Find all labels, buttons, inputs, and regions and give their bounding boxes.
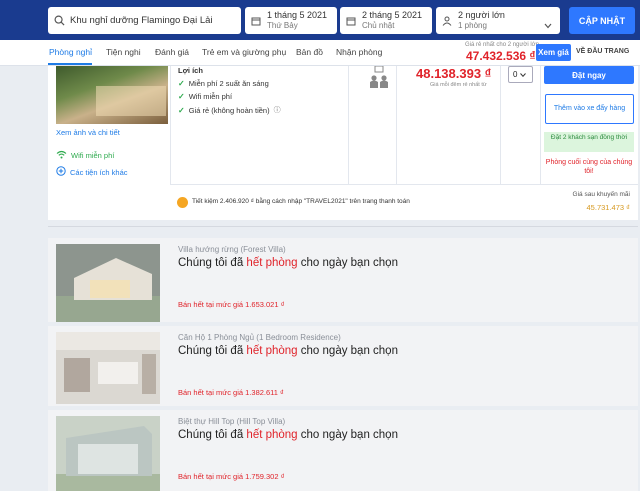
sold-out-room-card: Villa hướng rừng (Forest Villa) Chúng tô… — [48, 238, 638, 322]
sold-out-message: Chúng tôi đã hết phòng cho ngày bạn chọn — [178, 345, 398, 357]
sold-out-price: Bán hết tại mức giá 1.759.302 ₫ — [178, 472, 285, 481]
info-icon[interactable]: ⓘ — [274, 105, 281, 115]
benefit-item: ✓ Giá rẻ (không hoàn tiền) ⓘ — [178, 105, 281, 115]
calendar-icon — [245, 16, 267, 26]
wifi-feature: Wifi miễn phí — [56, 150, 114, 161]
photo-details-link[interactable]: Xem ảnh và chi tiết — [56, 128, 120, 137]
divider — [540, 66, 541, 184]
benefit-item: ✓ Miễn phí 2 suất ăn sáng — [178, 79, 269, 88]
checkin-date: 1 tháng 5 2021 — [267, 10, 328, 20]
sold-out-message: Chúng tôi đã hết phòng cho ngày bạn chọn — [178, 257, 398, 269]
plus-circle-icon — [56, 166, 66, 178]
checkout-day: Chủ nhật — [362, 21, 395, 30]
book-now-button[interactable]: Đặt ngay — [544, 66, 634, 84]
checkin-field[interactable]: 1 tháng 5 2021 Thứ Bảy — [245, 7, 337, 34]
wifi-label: Wifi miễn phí — [71, 151, 115, 160]
more-amenities-link[interactable]: Các tiện ích khác — [56, 166, 128, 178]
checkout-field[interactable]: 2 tháng 5 2021 Chủ nhật — [340, 7, 432, 34]
room-name: Villa hướng rừng (Forest Villa) — [178, 245, 286, 254]
quantity-select[interactable]: 0 — [508, 66, 533, 83]
promo-text: Tiết kiệm 2.406.920 ₫ bằng cách nhập "TR… — [192, 198, 410, 205]
destination-field[interactable]: Khu nghỉ dưỡng Flamingo Đại Lải — [48, 7, 241, 34]
divider — [170, 66, 171, 184]
check-icon: ✓ — [178, 79, 185, 88]
divider — [500, 66, 501, 184]
best-price-label: Giá rẻ nhất cho 2 người lớn — [465, 42, 539, 48]
checkout-date: 2 tháng 5 2021 — [362, 10, 423, 20]
benefit-item: ✓ Wifi miễn phí — [178, 92, 233, 101]
sold-out-price: Bán hết tại mức giá 1.653.021 ₫ — [178, 300, 285, 309]
user-icon — [436, 16, 458, 26]
after-promo-label: Giá sau khuyến mãi — [572, 191, 630, 198]
tab-reviews[interactable]: Đánh giá — [155, 47, 189, 57]
room-name: Căn Hộ 1 Phòng Ngủ (1 Bedroom Residence) — [178, 333, 341, 342]
calendar-icon — [340, 16, 362, 26]
add-to-cart-button[interactable]: Thêm vào xe đẩy hàng — [545, 94, 634, 124]
promo-row: Tiết kiệm 2.406.920 ₫ bằng cách nhập "TR… — [170, 184, 638, 220]
search-icon — [48, 15, 70, 26]
room-photo[interactable] — [56, 66, 168, 124]
checkin-day: Thứ Bảy — [267, 21, 298, 30]
room-price: 48.138.393 ₫ — [416, 66, 492, 81]
divider — [396, 66, 397, 184]
occupancy-icon — [364, 65, 394, 102]
check-icon: ✓ — [178, 92, 185, 101]
booked-note: Đặt 2 khách sạn đồng thời — [544, 132, 634, 152]
sold-out-room-card: Căn Hộ 1 Phòng Ngủ (1 Bedroom Residence)… — [48, 326, 638, 406]
last-room-note: Phòng cuối cùng của chúng tôi! — [545, 159, 633, 175]
tab-map[interactable]: Bản đồ — [296, 47, 323, 57]
tab-checkin[interactable]: Nhận phòng — [336, 47, 382, 57]
after-promo-price: 45.731.473 ₫ — [586, 203, 630, 212]
rooms-count: 1 phòng — [458, 21, 487, 30]
more-amenities-label: Các tiện ích khác — [70, 167, 128, 177]
room-photo[interactable] — [56, 416, 160, 491]
check-icon: ✓ — [178, 105, 185, 115]
active-tab-indicator — [48, 63, 92, 65]
room-photo[interactable] — [56, 244, 160, 322]
room-photo[interactable] — [56, 332, 160, 410]
destination-text: Khu nghỉ dưỡng Flamingo Đại Lải — [70, 15, 213, 26]
coin-icon — [177, 197, 188, 208]
chevron-down-icon — [520, 70, 527, 79]
guests-count: 2 người lớn — [458, 10, 505, 20]
sold-out-message: Chúng tôi đã hết phòng cho ngày bạn chọn — [178, 429, 398, 441]
search-bar: Khu nghỉ dưỡng Flamingo Đại Lải 1 tháng … — [0, 0, 640, 40]
view-price-button[interactable]: Xem giá — [536, 44, 571, 61]
price-note: Giá mỗi đêm rẻ nhất từ — [430, 82, 487, 88]
sold-out-room-card: Biệt thự Hill Top (Hill Top Villa) Chúng… — [48, 410, 638, 491]
tab-children-beds[interactable]: Trẻ em và giường phụ — [202, 47, 286, 57]
sold-out-price: Bán hết tại mức giá 1.382.611 ₫ — [178, 388, 284, 397]
best-price: 47.432.536 ₫ — [466, 49, 536, 63]
tab-rooms[interactable]: Phòng nghỉ — [49, 47, 92, 57]
update-button[interactable]: CẬP NHẬT — [569, 7, 635, 34]
tab-amenities[interactable]: Tiện nghi — [106, 47, 141, 57]
back-to-top-link[interactable]: VỀ ĐẦU TRANG — [576, 48, 629, 55]
guests-field[interactable]: 2 người lớn 1 phòng — [436, 7, 560, 34]
chevron-down-icon — [544, 16, 552, 34]
wifi-icon — [56, 150, 67, 161]
benefits-title: Lợi ích — [178, 66, 203, 75]
room-card: Xem ảnh và chi tiết Wifi miễn phí Các ti… — [48, 65, 638, 220]
divider — [348, 66, 349, 184]
room-name: Biệt thự Hill Top (Hill Top Villa) — [178, 417, 286, 426]
divider — [48, 226, 638, 227]
